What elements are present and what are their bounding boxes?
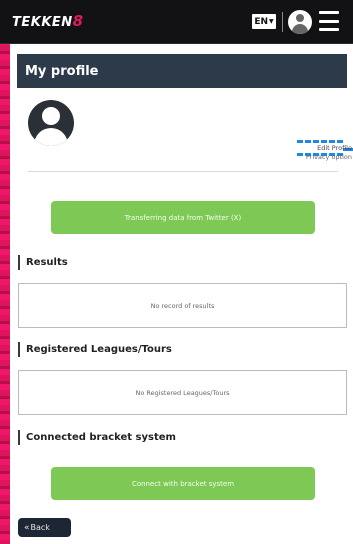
page-title: My profile: [17, 54, 347, 88]
user-icon[interactable]: [288, 10, 312, 34]
profile-divider: [28, 171, 338, 172]
connect-bracket-button[interactable]: Connect with bracket system: [51, 467, 315, 500]
leagues-empty-text: No Registered Leagues/Tours: [135, 388, 230, 397]
bracket-heading: Connected bracket system: [18, 430, 176, 445]
chevron-down-icon: ▼: [269, 18, 274, 25]
hamburger-menu-icon[interactable]: [319, 11, 339, 31]
back-label: Back: [30, 523, 50, 532]
edit-profile-link[interactable]: Edit Profile: [282, 144, 352, 153]
profile-avatar: [28, 100, 74, 146]
language-label: EN: [254, 16, 269, 27]
tekken-logo[interactable]: TEKKEN8: [12, 12, 84, 30]
double-chevron-left-icon: «: [24, 522, 30, 533]
top-navigation-bar: TEKKEN8 EN ▼: [0, 0, 353, 44]
results-empty-box: No record of results: [18, 283, 347, 328]
privacy-option-link[interactable]: Privacy option: [282, 153, 352, 162]
logo-text: TEKKEN: [12, 15, 73, 30]
profile-panel: My profile Edit Profile Privacy option T…: [10, 44, 353, 544]
language-selector[interactable]: EN ▼: [252, 14, 276, 29]
transfer-twitter-button[interactable]: Transferring data from Twitter (X): [51, 201, 315, 234]
leagues-empty-box: No Registered Leagues/Tours: [18, 370, 347, 415]
profile-links: Edit Profile Privacy option: [282, 144, 352, 162]
results-empty-text: No record of results: [150, 301, 215, 310]
back-button[interactable]: « Back: [18, 518, 71, 537]
results-heading: Results: [18, 255, 68, 270]
leagues-heading: Registered Leagues/Tours: [18, 342, 172, 357]
logo-number: 8: [72, 12, 84, 30]
decorative-border-left: [0, 0, 10, 544]
header-divider: [282, 12, 283, 32]
